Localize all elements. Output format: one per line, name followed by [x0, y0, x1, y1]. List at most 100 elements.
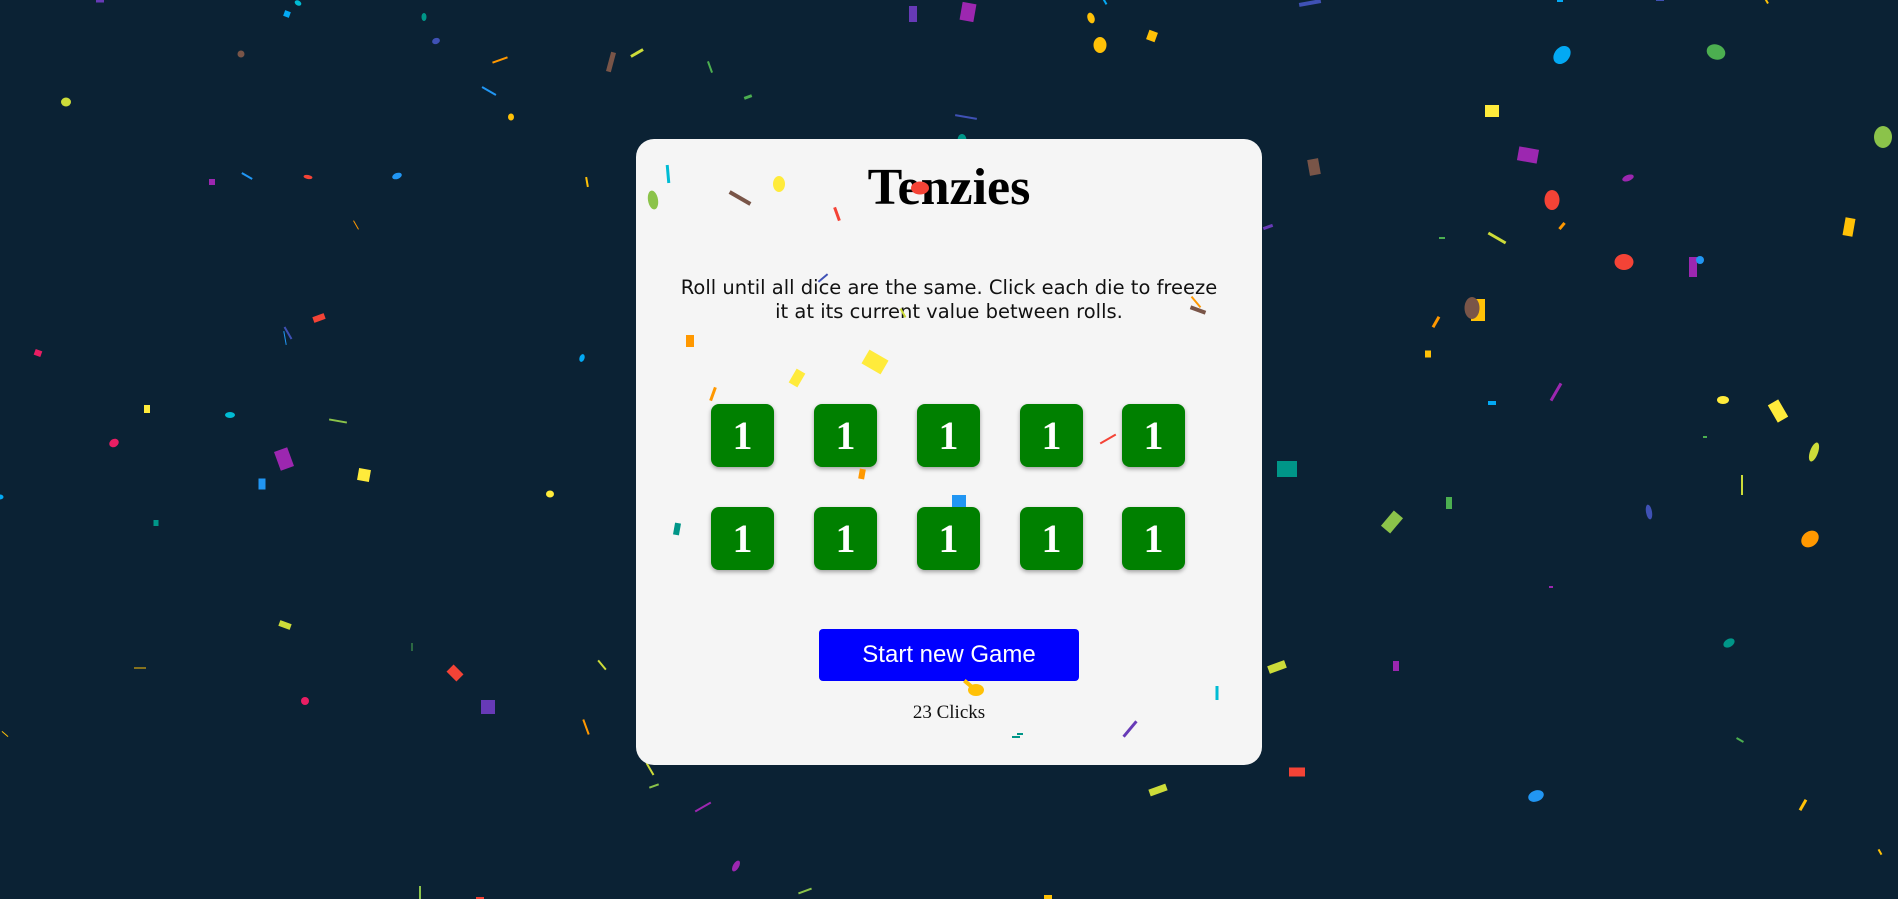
- bg-confetti-piece-6: [237, 50, 245, 58]
- bg-confetti-piece-64: [1706, 44, 1726, 60]
- die-10[interactable]: 1: [1122, 507, 1185, 570]
- die-1[interactable]: 1: [711, 404, 774, 467]
- bg-confetti-piece-37: [301, 697, 309, 705]
- bg-confetti-piece-83: [1717, 396, 1729, 404]
- bg-confetti-piece-98: [1289, 767, 1305, 777]
- bg-confetti-piece-89: [1446, 497, 1452, 509]
- die-7[interactable]: 1: [814, 507, 877, 570]
- bg-confetti-piece-63: [1553, 45, 1571, 65]
- bg-confetti-piece-103: [1044, 895, 1052, 899]
- bg-confetti-piece-81: [1488, 401, 1496, 405]
- bg-confetti-piece-107: [1736, 737, 1744, 743]
- bg-confetti-piece-60: [1298, 0, 1322, 7]
- die-3[interactable]: 1: [917, 404, 980, 467]
- game-instructions: Roll until all dice are the same. Click …: [680, 276, 1218, 323]
- bg-confetti-piece-102: [1877, 848, 1883, 856]
- die-9[interactable]: 1: [1020, 507, 1083, 570]
- bg-confetti-piece-36: [278, 620, 292, 630]
- bg-confetti-piece-23: [312, 313, 326, 323]
- bg-confetti-piece-29: [274, 447, 294, 471]
- bg-confetti-piece-43: [411, 643, 413, 651]
- bg-confetti-piece-41: [582, 719, 590, 735]
- bg-confetti-piece-18: [707, 61, 713, 73]
- bg-confetti-piece-28: [109, 438, 119, 448]
- bg-confetti-piece-84: [1767, 399, 1789, 423]
- bg-confetti-piece-17: [630, 48, 644, 58]
- bg-confetti-piece-53: [959, 1, 977, 23]
- bg-confetti-piece-78: [1464, 297, 1480, 319]
- bg-confetti-piece-50: [419, 886, 421, 899]
- bg-confetti-piece-101: [1798, 799, 1808, 811]
- die-4[interactable]: 1: [1020, 404, 1083, 467]
- bg-confetti-piece-65: [1874, 126, 1892, 148]
- bg-confetti-piece-42: [134, 667, 146, 669]
- start-new-game-button[interactable]: Start new Game: [819, 629, 1079, 681]
- bg-confetti-piece-105: [1656, 0, 1664, 1]
- bg-confetti-piece-85: [1703, 436, 1707, 438]
- bg-confetti-piece-12: [353, 220, 359, 230]
- click-counter: 23 Clicks: [912, 702, 986, 723]
- bg-confetti-piece-22: [144, 405, 150, 413]
- bg-confetti-piece-91: [1801, 530, 1819, 548]
- bg-confetti-piece-79: [1431, 316, 1441, 328]
- bg-confetti-piece-93: [1549, 586, 1553, 588]
- bg-confetti-piece-70: [1614, 254, 1634, 270]
- bg-confetti-piece-59: [1100, 0, 1108, 5]
- dice-grid: 1 1 1 1 1 1 1 1 1 1: [711, 404, 1186, 570]
- bg-confetti-piece-106: [1696, 256, 1704, 264]
- bg-confetti-piece-40: [597, 659, 607, 671]
- bg-confetti-piece-77: [1471, 299, 1485, 321]
- bg-confetti-piece-34: [579, 354, 585, 362]
- bg-confetti-piece-38: [446, 664, 464, 682]
- bg-confetti-piece-76: [1558, 221, 1566, 231]
- bg-confetti-piece-95: [1393, 661, 1399, 671]
- die-5[interactable]: 1: [1122, 404, 1185, 467]
- bg-confetti-piece-30: [357, 468, 371, 482]
- bg-confetti-piece-32: [546, 490, 554, 498]
- bg-confetti-piece-90: [1645, 504, 1653, 520]
- bg-confetti-piece-48: [732, 860, 740, 872]
- bg-confetti-piece-47: [694, 801, 712, 813]
- bg-confetti-piece-35: [153, 520, 159, 526]
- bg-confetti-piece-104: [1557, 0, 1563, 2]
- bg-confetti-piece-52: [909, 6, 917, 22]
- bg-confetti-piece-25: [283, 331, 287, 345]
- bg-confetti-piece-57: [954, 114, 978, 120]
- die-6[interactable]: 1: [711, 507, 774, 570]
- game-title: Tenzies: [867, 159, 1031, 216]
- bg-confetti-piece-33: [0, 494, 4, 500]
- bg-confetti-piece-71: [1842, 217, 1856, 237]
- bg-confetti-piece-87: [1277, 461, 1297, 477]
- bg-confetti-piece-1: [96, 0, 104, 3]
- bg-confetti-piece-5: [432, 37, 440, 45]
- bg-confetti-piece-94: [1723, 638, 1735, 648]
- bg-confetti-piece-31: [258, 478, 266, 490]
- bg-confetti-piece-99: [1148, 783, 1168, 797]
- bg-confetti-piece-19: [743, 94, 753, 100]
- bg-confetti-piece-4: [421, 13, 427, 21]
- bg-confetti-piece-26: [225, 412, 235, 418]
- bg-confetti-piece-86: [1808, 442, 1820, 462]
- bg-confetti-piece-92: [1741, 475, 1743, 495]
- bg-confetti-piece-73: [1262, 223, 1274, 231]
- bg-confetti-piece-27: [328, 418, 348, 424]
- die-2[interactable]: 1: [814, 404, 877, 467]
- bg-confetti-piece-21: [33, 348, 43, 358]
- bg-confetti-piece-13: [481, 86, 497, 96]
- bg-confetti-piece-56: [1146, 29, 1158, 43]
- bg-confetti-piece-16: [605, 51, 617, 73]
- bg-confetti-piece-55: [1093, 37, 1107, 53]
- bg-confetti-piece-82: [1549, 382, 1563, 402]
- bg-confetti-piece-61: [1763, 0, 1769, 4]
- bg-confetti-piece-100: [1528, 790, 1544, 802]
- bg-confetti-piece-39: [481, 700, 495, 714]
- bg-confetti-piece-7: [61, 97, 71, 107]
- bg-confetti-piece-74: [1487, 231, 1507, 245]
- bg-confetti-piece-54: [1087, 12, 1095, 24]
- bg-confetti-piece-75: [1439, 237, 1445, 239]
- bg-confetti-piece-15: [492, 56, 508, 64]
- die-8[interactable]: 1: [917, 507, 980, 570]
- bg-confetti-piece-44: [1, 731, 9, 737]
- bg-confetti-piece-24: [283, 326, 293, 340]
- bg-confetti-piece-88: [1380, 510, 1404, 534]
